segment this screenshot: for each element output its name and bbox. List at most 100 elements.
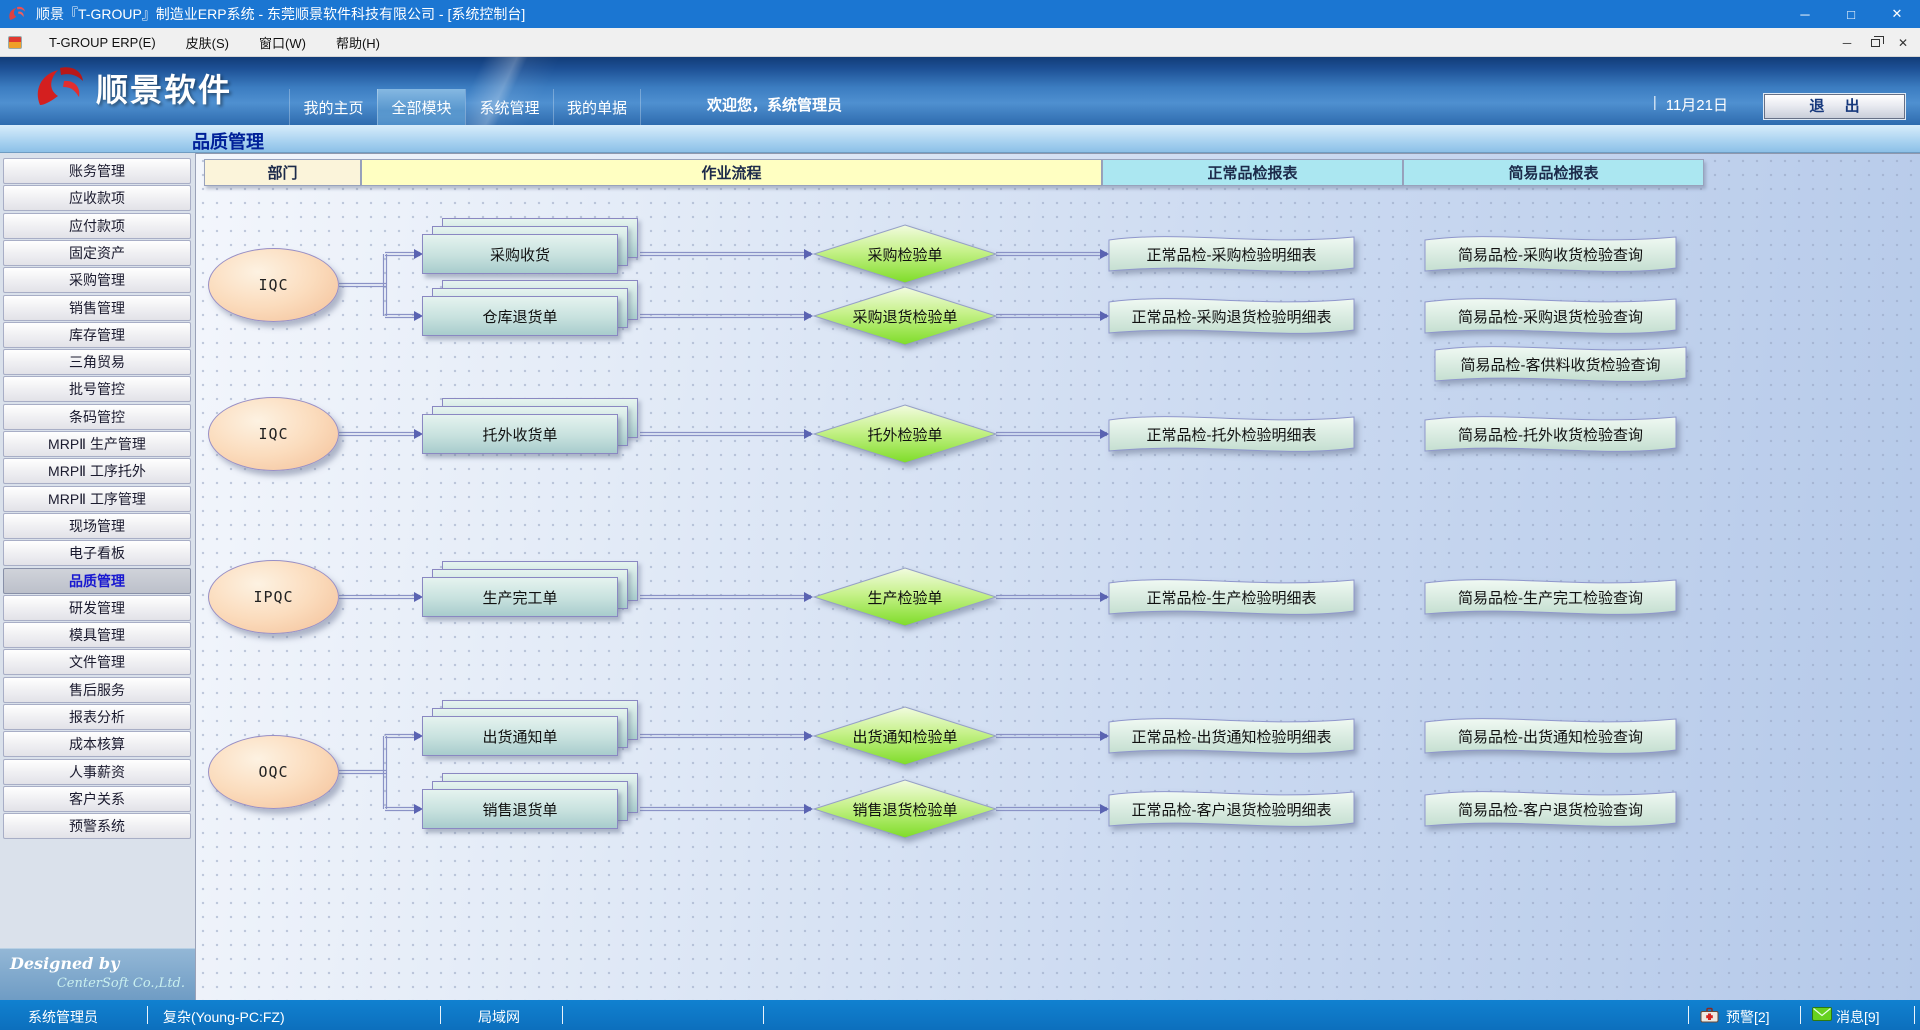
flow-decision-diamond[interactable]: 出货通知检验单 [812,705,998,767]
sidebar-item[interactable]: 采购管理 [3,267,191,293]
flow-normal-report[interactable]: 正常品检-采购检验明细表 [1108,229,1355,279]
flow-decision-diamond[interactable]: 销售退货检验单 [812,778,998,840]
app-header: 顺景软件 我的主页全部模块系统管理我的单据 欢迎您，系统管理员 | 11月21日… [0,57,1920,125]
sidebar-item[interactable]: 客户关系 [3,786,191,812]
sidebar-item[interactable]: 售后服务 [3,677,191,703]
menubar-items: T-GROUP ERP(E)皮肤(S)窗口(W)帮助(H) [34,28,395,56]
statusbar-alerts[interactable]: 预警[2] [1726,1007,1770,1027]
menu-item-2[interactable]: 窗口(W) [244,28,321,56]
sidebar-item[interactable]: 固定资产 [3,240,191,266]
flow-process-box[interactable]: 销售退货单 [422,789,618,829]
flow-shape-label: 采购退货检验单 [812,285,998,347]
flow-simple-report[interactable]: 简易品检-生产完工检验查询 [1424,572,1677,622]
sidebar-item[interactable]: 应收款项 [3,185,191,211]
flow-column-header: 作业流程 [361,159,1102,186]
flow-normal-report[interactable]: 正常品检-出货通知检验明细表 [1108,711,1355,761]
flow-shape-label: 简易品检-出货通知检验查询 [1424,711,1677,761]
designed-by-panel: Designed by CenterSoft Co.,Ltd. [0,948,195,1000]
sidebar-item[interactable]: 模具管理 [3,622,191,648]
flow-process-box[interactable]: 出货通知单 [422,716,618,756]
sidebar-item[interactable]: 账务管理 [3,158,191,184]
welcome-text: 欢迎您，系统管理员 [707,94,842,115]
flow-simple-report[interactable]: 简易品检-托外收货检验查询 [1424,409,1677,459]
menu-item-1[interactable]: 皮肤(S) [171,28,244,56]
statusbar-user: 系统管理员 [28,1007,98,1027]
flow-decision-diamond[interactable]: 生产检验单 [812,566,998,628]
app-logo: 顺景软件 [34,65,232,111]
flow-shape-label: 简易品检-客供料收货检验查询 [1434,339,1687,389]
menu-item-0[interactable]: T-GROUP ERP(E) [34,28,171,56]
mdi-close-button[interactable]: ✕ [1894,36,1912,50]
mdi-window-controls: ─ ✕ [1838,28,1912,57]
flow-process-box[interactable]: 生产完工单 [422,577,618,617]
statusbar-host: 复杂(Young-PC:FZ) [163,1007,285,1027]
flow-shape-label: 正常品检-客户退货检验明细表 [1108,784,1355,834]
sidebar-item[interactable]: 文件管理 [3,649,191,675]
sidebar-item[interactable]: 人事薪资 [3,759,191,785]
maximize-button[interactable]: □ [1828,0,1874,28]
flow-dept-ellipse: OQC [208,735,339,809]
statusbar-messages[interactable]: 消息[9] [1836,1007,1880,1027]
sidebar-item[interactable]: 报表分析 [3,704,191,730]
mdi-minimize-button[interactable]: ─ [1838,36,1856,50]
header-tab-1[interactable]: 全部模块 [377,89,465,125]
flow-normal-report[interactable]: 正常品检-托外检验明细表 [1108,409,1355,459]
sidebar-item[interactable]: 销售管理 [3,295,191,321]
flow-simple-report[interactable]: 简易品检-采购收货检验查询 [1424,229,1677,279]
header-tab-2[interactable]: 系统管理 [465,89,553,125]
flow-simple-report[interactable]: 简易品检-采购退货检验查询 [1424,291,1677,341]
mdi-restore-button[interactable] [1866,36,1884,50]
sidebar-item[interactable]: 研发管理 [3,595,191,621]
company-text: CenterSoft Co.,Ltd. [57,976,185,991]
window-title: 顺景『T-GROUP』制造业ERP系统 - 东莞顺景软件科技有限公司 - [系统… [36,4,525,24]
flow-shape-label: 简易品检-采购退货检验查询 [1424,291,1677,341]
minimize-button[interactable]: ─ [1782,0,1828,28]
separator [1688,1006,1689,1024]
flow-dept-ellipse: IQC [208,248,339,322]
header-tabs: 我的主页全部模块系统管理我的单据 [289,89,641,125]
close-button[interactable]: ✕ [1874,0,1920,28]
flow-shape-label: 简易品检-客户退货检验查询 [1424,784,1677,834]
flow-process-box[interactable]: 采购收货 [422,234,618,274]
sidebar-item[interactable]: 电子看板 [3,540,191,566]
flow-normal-report[interactable]: 正常品检-客户退货检验明细表 [1108,784,1355,834]
header-tab-3[interactable]: 我的单据 [553,89,641,125]
flow-normal-report[interactable]: 正常品检-生产检验明细表 [1108,572,1355,622]
separator [1800,1006,1801,1024]
flow-normal-report[interactable]: 正常品检-采购退货检验明细表 [1108,291,1355,341]
flow-simple-report[interactable]: 简易品检-客户退货检验查询 [1424,784,1677,834]
statusbar: 系统管理员 复杂(Young-PC:FZ) 局域网 预警[2] 消息[9] [0,1000,1920,1030]
flow-process-box[interactable]: 仓库退货单 [422,296,618,336]
sidebar-item[interactable]: 预警系统 [3,813,191,839]
flow-simple-report[interactable]: 简易品检-出货通知检验查询 [1424,711,1677,761]
flow-simple-report[interactable]: 简易品检-客供料收货检验查询 [1434,339,1687,389]
menu-item-3[interactable]: 帮助(H) [321,28,395,56]
sidebar-item[interactable]: 成本核算 [3,731,191,757]
flow-shape-label: 简易品检-生产完工检验查询 [1424,572,1677,622]
sidebar-item[interactable]: MRPⅡ 工序托外 [3,458,191,484]
logo-text: 顺景软件 [96,65,232,111]
sidebar-item[interactable]: 现场管理 [3,513,191,539]
sidebar-item[interactable]: MRPⅡ 生产管理 [3,431,191,457]
designed-by-text: Designed by [10,954,119,973]
sidebar-item[interactable]: 批号管控 [3,376,191,402]
flow-decision-diamond[interactable]: 托外检验单 [812,403,998,465]
exit-button[interactable]: 退 出 [1764,94,1905,119]
sidebar-item[interactable]: MRPⅡ 工序管理 [3,486,191,512]
flow-decision-diamond[interactable]: 采购检验单 [812,223,998,285]
sidebar-item[interactable]: 库存管理 [3,322,191,348]
sidebar-item[interactable]: 条码管控 [3,404,191,430]
sidebar-item[interactable]: 三角贸易 [3,349,191,375]
sidebar-item[interactable]: 应付款项 [3,213,191,239]
flow-decision-diamond[interactable]: 采购退货检验单 [812,285,998,347]
flow-shape-label: 正常品检-采购退货检验明细表 [1108,291,1355,341]
message-icon [1812,1007,1832,1024]
module-title: 品质管理 [192,128,264,154]
sidebar-item[interactable]: 品质管理 [3,568,191,594]
flow-process-box[interactable]: 托外收货单 [422,414,618,454]
separator [763,1006,764,1024]
titlebar[interactable]: 顺景『T-GROUP』制造业ERP系统 - 东莞顺景软件科技有限公司 - [系统… [0,0,1920,28]
statusbar-network: 局域网 [478,1007,520,1027]
flow-shape-label: 托外检验单 [812,403,998,465]
header-tab-0[interactable]: 我的主页 [289,89,377,125]
